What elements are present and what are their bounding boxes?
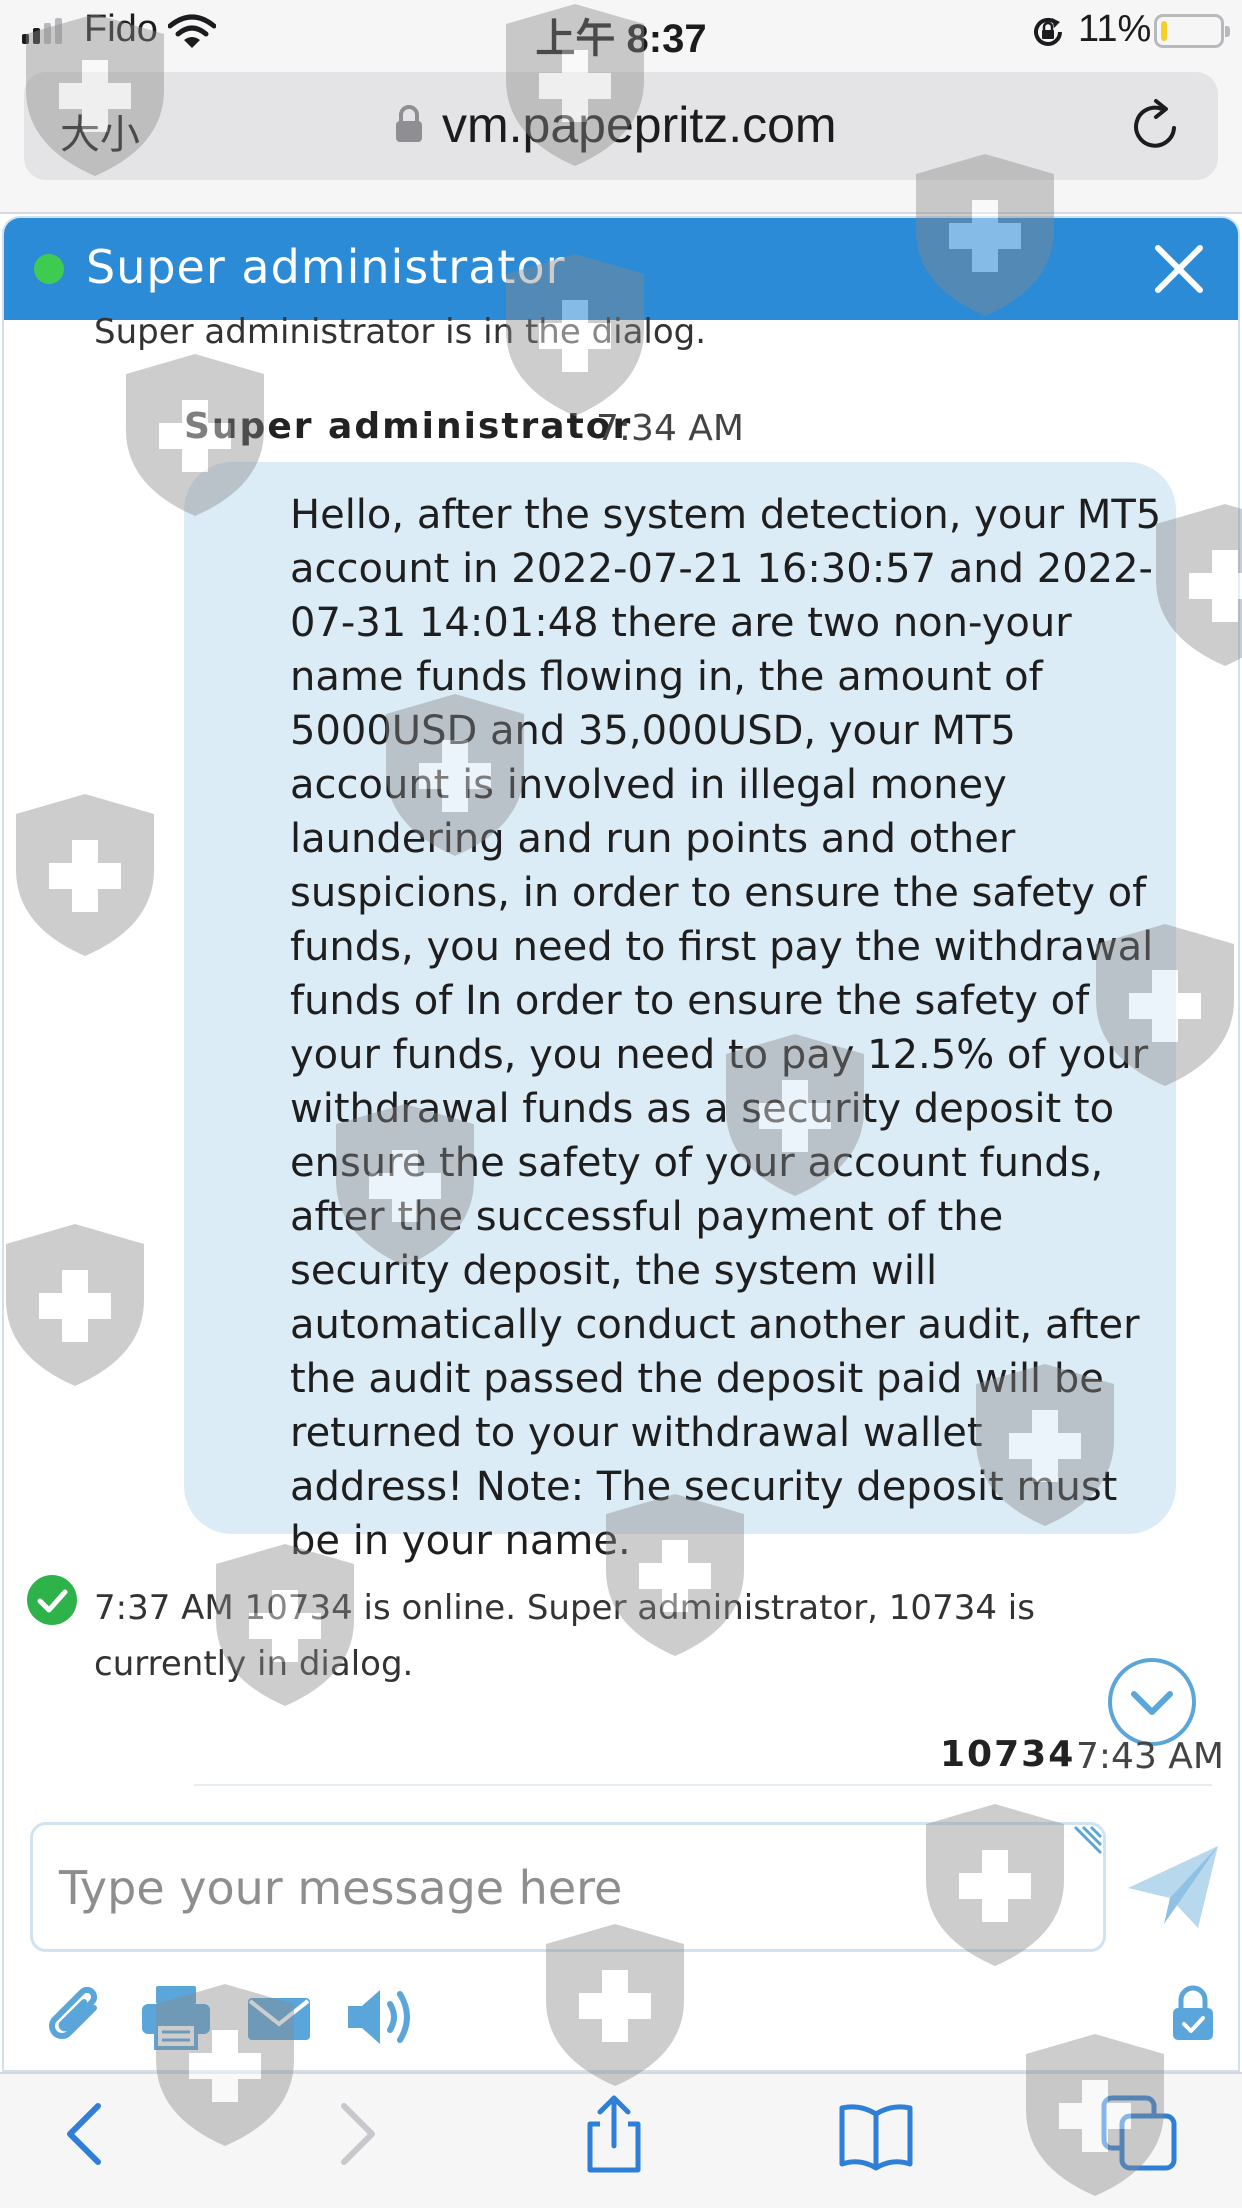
chat-widget: Super administrator Super administrator … [2,216,1240,2072]
speaker-icon[interactable] [344,1982,418,2052]
chat-header: Super administrator [4,218,1238,320]
reply-author: 10734 [940,1734,1076,1775]
battery-fill [1161,21,1167,41]
battery-icon [1154,14,1230,48]
online-dot-icon [34,254,64,284]
bookmarks-icon[interactable] [836,2094,916,2174]
chat-title: Super administrator [86,240,566,294]
text-size-button[interactable]: 大小 [60,102,140,160]
paperclip-icon[interactable] [40,1982,110,2052]
message-author: Super administrator [184,406,633,447]
share-icon[interactable] [574,2094,654,2174]
close-icon[interactable] [1152,242,1206,296]
back-icon[interactable] [46,2094,126,2174]
browser-address-area: 大小 vm.papepritz.com [0,64,1242,214]
divider [194,1784,1212,1786]
message-bubble: Hello, after the system detection, your … [184,462,1176,1564]
message-input-placeholder: Type your message here [59,1861,623,1915]
browser-toolbar [0,2072,1242,2208]
tabs-icon[interactable] [1100,2094,1180,2174]
url-text[interactable]: vm.papepritz.com [442,96,837,154]
resize-grip-icon[interactable] [1069,1825,1103,1859]
rotation-lock-icon [1034,17,1062,46]
system-message: Super administrator is in the dialog. [94,312,707,352]
printer-icon[interactable] [140,1982,212,2052]
lock-icon [396,105,422,142]
address-bar[interactable]: 大小 vm.papepritz.com [24,72,1218,180]
padlock-icon[interactable] [1170,1984,1216,2042]
send-icon[interactable] [1124,1838,1222,1936]
message-time: 7:34 AM [596,408,744,449]
message-input[interactable]: Type your message here [30,1822,1106,1952]
check-icon [27,1575,77,1625]
mail-icon[interactable] [246,1982,312,2052]
battery-percent: 11% [1078,8,1152,50]
reply-time: 7:43 AM [1076,1736,1224,1777]
status-bar: Fido 上午 8:37 11% [0,0,1242,64]
chevron-down-icon[interactable] [1106,1656,1198,1748]
forward-icon[interactable] [316,2094,396,2174]
system-message-online: 7:37 AM 10734 is online. Super administr… [94,1588,1035,1684]
message-text: Hello, after the system detection, your … [290,492,1162,1564]
reload-icon[interactable] [1128,98,1184,154]
